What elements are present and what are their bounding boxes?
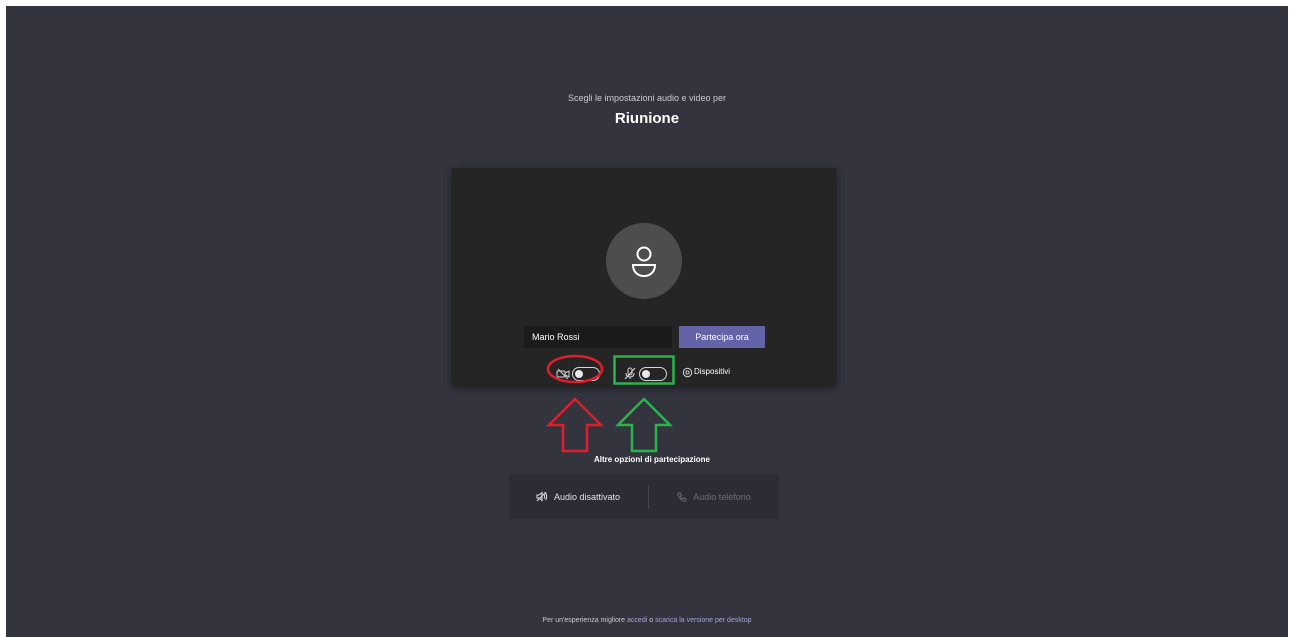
more-join-options-heading: Altre opzioni di partecipazione <box>593 455 710 464</box>
avatar <box>606 223 682 299</box>
devices-button[interactable]: Dispositivi <box>694 367 730 376</box>
meeting-title: Riunione <box>614 110 680 127</box>
page-subtitle: Scegli le impostazioni audio e video per <box>567 93 727 103</box>
meeting-prejoin-screen: Scegli le impostazioni audio e video per… <box>6 6 1288 637</box>
audio-off-label: Audio disattivato <box>553 491 621 502</box>
name-input[interactable] <box>524 326 672 348</box>
audio-off-option[interactable]: Audio disattivato <box>509 474 647 519</box>
video-preview-panel: Partecipa ora Dispositivi <box>452 168 836 386</box>
download-desktop-link[interactable]: scarica la versione per desktop <box>655 617 752 624</box>
red-up-arrow-annotation <box>546 397 604 453</box>
green-highlight-rectangle <box>613 355 675 385</box>
person-icon <box>631 246 657 278</box>
gear-icon[interactable] <box>682 367 693 378</box>
sign-in-link[interactable]: accedi <box>627 617 647 624</box>
phone-audio-label: Audio telefono <box>693 491 751 502</box>
phone-audio-option[interactable]: Audio telefono <box>649 474 779 519</box>
footer-text: Per un'esperienza migliore accedi o scar… <box>6 617 1288 624</box>
footer-prefix: Per un'esperienza migliore <box>542 617 626 624</box>
speaker-off-icon <box>536 491 548 502</box>
phone-icon <box>677 492 687 502</box>
green-up-arrow-annotation <box>615 397 673 453</box>
join-now-button[interactable]: Partecipa ora <box>679 326 765 348</box>
join-options-panel: Audio disattivato Audio telefono <box>509 474 779 519</box>
red-highlight-ellipse <box>546 354 604 384</box>
footer-middle: o <box>649 617 654 624</box>
